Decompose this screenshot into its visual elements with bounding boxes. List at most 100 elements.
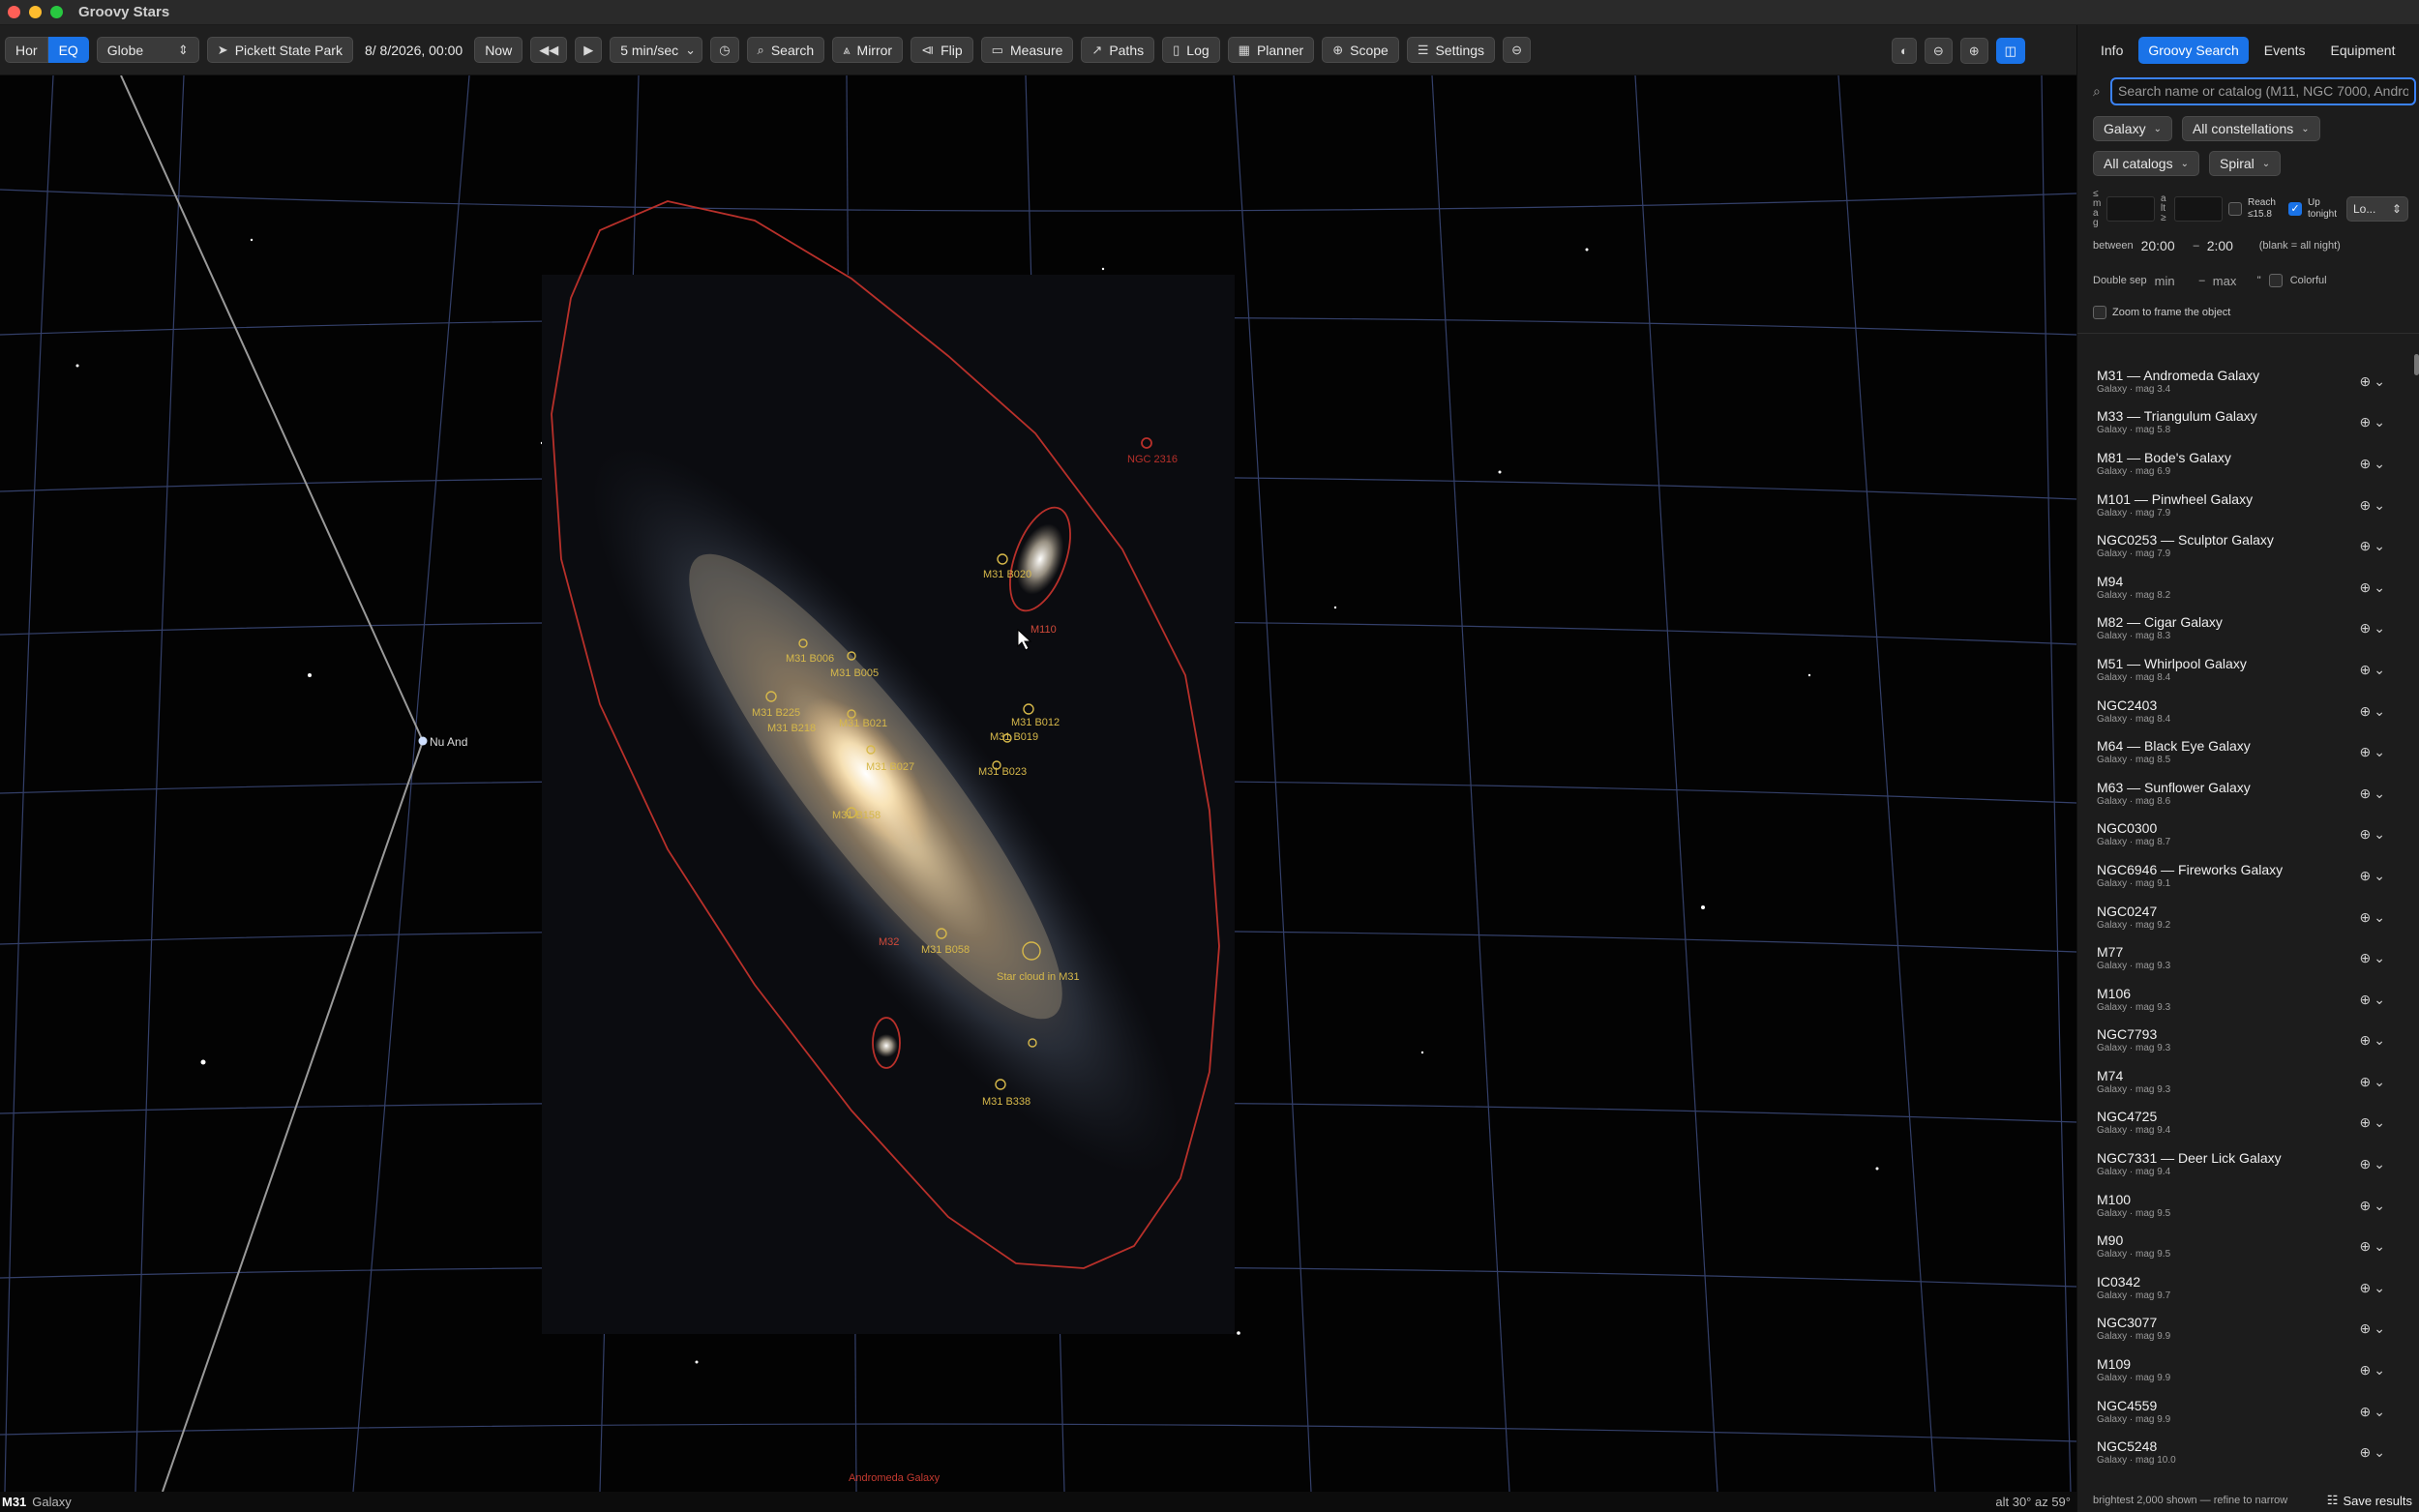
- location-button[interactable]: ➤ Pickett State Park: [206, 37, 353, 63]
- minimize-window-button[interactable]: [29, 6, 42, 18]
- add-target-icon[interactable]: ⊕: [2360, 497, 2372, 514]
- collapse-button[interactable]: ⊖: [1503, 37, 1531, 63]
- double-sep-min-input[interactable]: min: [2155, 274, 2192, 288]
- location-select[interactable]: Lo... ⇕: [2346, 196, 2408, 222]
- list-item[interactable]: M74 Galaxy · mag 9.3 ⊕ ⌄: [2077, 1061, 2406, 1103]
- add-target-icon[interactable]: ⊕: [2360, 1032, 2372, 1049]
- chevron-down-icon[interactable]: ⌄: [2374, 1238, 2385, 1255]
- list-item[interactable]: M106 Galaxy · mag 9.3 ⊕ ⌄: [2077, 979, 2406, 1021]
- search-button[interactable]: ⌕ Search: [746, 37, 825, 63]
- add-target-icon[interactable]: ⊕: [2360, 909, 2372, 926]
- label-m31-b012[interactable]: M31 B012: [1011, 717, 1060, 728]
- add-target-icon[interactable]: ⊕: [2360, 703, 2372, 720]
- catalog-search-input[interactable]: [2110, 76, 2416, 105]
- datetime-field[interactable]: 8/ 8/2026, 00:00: [361, 43, 466, 58]
- label-m31-b338[interactable]: M31 B338: [982, 1096, 1030, 1108]
- settings-button[interactable]: ☰ Settings: [1406, 37, 1496, 63]
- add-target-icon[interactable]: ⊕: [2360, 579, 2372, 596]
- morphology-select[interactable]: Spiral ⌄: [2208, 151, 2282, 176]
- play-button[interactable]: ▶: [575, 37, 603, 63]
- list-item[interactable]: NGC4725 Galaxy · mag 9.4 ⊕ ⌄: [2077, 1103, 2406, 1144]
- now-button[interactable]: Now: [474, 37, 523, 63]
- add-target-icon[interactable]: ⊕: [2360, 1156, 2372, 1172]
- add-target-icon[interactable]: ⊕: [2360, 868, 2372, 884]
- list-item[interactable]: M63 — Sunflower Galaxy Galaxy · mag 8.6 ⊕ ⌄: [2077, 773, 2406, 815]
- flip-button[interactable]: ⧏ Flip: [911, 37, 973, 63]
- label-m110[interactable]: M110: [1030, 624, 1057, 636]
- night-mode-button[interactable]: ◐: [1892, 38, 1917, 64]
- add-target-icon[interactable]: ⊕: [2360, 950, 2372, 966]
- close-window-button[interactable]: [8, 6, 20, 18]
- chevron-down-icon[interactable]: ⌄: [2374, 620, 2385, 637]
- label-m31-b020[interactable]: M31 B020: [983, 569, 1031, 580]
- chevron-down-icon[interactable]: ⌄: [2374, 909, 2385, 926]
- list-item[interactable]: NGC7793 Galaxy · mag 9.3 ⊕ ⌄: [2077, 1021, 2406, 1062]
- add-target-icon[interactable]: ⊕: [2360, 1198, 2372, 1214]
- list-item[interactable]: M100 Galaxy · mag 9.5 ⊕ ⌄: [2077, 1185, 2406, 1227]
- chevron-down-icon[interactable]: ⌄: [2374, 1362, 2385, 1379]
- tab-groovy-search[interactable]: Groovy Search: [2138, 37, 2249, 64]
- list-item[interactable]: NGC3077 Galaxy · mag 9.9 ⊕ ⌄: [2077, 1309, 2406, 1350]
- label-m31-b225[interactable]: M31 B225: [752, 707, 800, 719]
- tab-events[interactable]: Events: [2255, 37, 2315, 64]
- list-item[interactable]: M94 Galaxy · mag 8.2 ⊕ ⌄: [2077, 567, 2406, 608]
- label-m31-b218[interactable]: M31 B218: [767, 723, 816, 734]
- chevron-down-icon[interactable]: ⌄: [2374, 1032, 2385, 1049]
- scope-button[interactable]: ⊕ Scope: [1322, 37, 1399, 63]
- reach-checkbox[interactable]: [2228, 202, 2242, 216]
- list-item[interactable]: NGC0247 Galaxy · mag 9.2 ⊕ ⌄: [2077, 897, 2406, 938]
- add-target-icon[interactable]: ⊕: [2360, 1074, 2372, 1090]
- chevron-down-icon[interactable]: ⌄: [2374, 579, 2385, 596]
- add-target-icon[interactable]: ⊕: [2360, 1362, 2372, 1379]
- label-m32[interactable]: M32: [879, 936, 899, 948]
- label-m31-b158[interactable]: M31 B158: [832, 810, 881, 821]
- chevron-down-icon[interactable]: ⌄: [2374, 992, 2385, 1008]
- chevron-down-icon[interactable]: ⌄: [2374, 1404, 2385, 1420]
- list-item[interactable]: M81 — Bode's Galaxy Galaxy · mag 6.9 ⊕ ⌄: [2077, 443, 2406, 485]
- paths-button[interactable]: ↗ Paths: [1081, 37, 1155, 63]
- chevron-down-icon[interactable]: ⌄: [2374, 1320, 2385, 1337]
- chevron-down-icon[interactable]: ⌄: [2374, 414, 2385, 430]
- chevron-down-icon[interactable]: ⌄: [2374, 1444, 2385, 1461]
- chevron-down-icon[interactable]: ⌄: [2374, 497, 2385, 514]
- chevron-down-icon[interactable]: ⌄: [2374, 456, 2385, 472]
- list-item[interactable]: NGC2403 Galaxy · mag 8.4 ⊕ ⌄: [2077, 691, 2406, 732]
- eq-mode-button[interactable]: EQ: [47, 37, 89, 63]
- label-m31-b006[interactable]: M31 B006: [786, 653, 834, 665]
- label-m31-b027[interactable]: M31 B027: [866, 761, 914, 773]
- list-item[interactable]: NGC4559 Galaxy · mag 9.9 ⊕ ⌄: [2077, 1391, 2406, 1433]
- chevron-down-icon[interactable]: ⌄: [2374, 1280, 2385, 1296]
- add-target-icon[interactable]: ⊕: [2360, 414, 2372, 430]
- rewind-button[interactable]: ◀◀: [530, 37, 568, 63]
- list-item[interactable]: M90 Galaxy · mag 9.5 ⊕ ⌄: [2077, 1226, 2406, 1267]
- rate-select[interactable]: 5 min/sec ⌄: [610, 37, 703, 63]
- max-magnitude-input[interactable]: [2106, 196, 2155, 222]
- add-target-icon[interactable]: ⊕: [2360, 1238, 2372, 1255]
- chevron-down-icon[interactable]: ⌄: [2374, 1074, 2385, 1090]
- add-target-icon[interactable]: ⊕: [2360, 1114, 2372, 1131]
- list-item[interactable]: NGC0253 — Sculptor Galaxy Galaxy · mag 7.…: [2077, 525, 2406, 567]
- sky-canvas[interactable]: Nu And NGC 2316 M31 B020 M110 M31 B006 M…: [0, 75, 2076, 1492]
- label-ngc2316[interactable]: NGC 2316: [1127, 454, 1178, 465]
- add-target-icon[interactable]: ⊕: [2360, 744, 2372, 760]
- add-target-icon[interactable]: ⊕: [2360, 620, 2372, 637]
- chevron-down-icon[interactable]: ⌄: [2374, 662, 2385, 678]
- add-target-icon[interactable]: ⊕: [2360, 786, 2372, 802]
- chevron-down-icon[interactable]: ⌄: [2374, 826, 2385, 843]
- chevron-down-icon[interactable]: ⌄: [2374, 1114, 2385, 1131]
- chevron-down-icon[interactable]: ⌄: [2374, 538, 2385, 554]
- list-item[interactable]: M109 Galaxy · mag 9.9 ⊕ ⌄: [2077, 1349, 2406, 1391]
- list-item[interactable]: NGC6946 — Fireworks Galaxy Galaxy · mag 9…: [2077, 855, 2406, 897]
- zoom-out-button[interactable]: ⊖: [1924, 38, 1953, 64]
- add-target-icon[interactable]: ⊕: [2360, 662, 2372, 678]
- label-m31-b021[interactable]: M31 B021: [839, 718, 887, 729]
- chevron-down-icon[interactable]: ⌄: [2374, 950, 2385, 966]
- list-item[interactable]: NGC0300 Galaxy · mag 8.7 ⊕ ⌄: [2077, 815, 2406, 856]
- chevron-down-icon[interactable]: ⌄: [2374, 1198, 2385, 1214]
- label-star-cloud[interactable]: Star cloud in M31: [997, 971, 1080, 983]
- add-target-icon[interactable]: ⊕: [2360, 538, 2372, 554]
- chevron-down-icon[interactable]: ⌄: [2374, 744, 2385, 760]
- chevron-down-icon[interactable]: ⌄: [2374, 868, 2385, 884]
- sidebar-toggle-button[interactable]: ◫: [1995, 38, 2025, 64]
- min-altitude-input[interactable]: [2174, 196, 2223, 222]
